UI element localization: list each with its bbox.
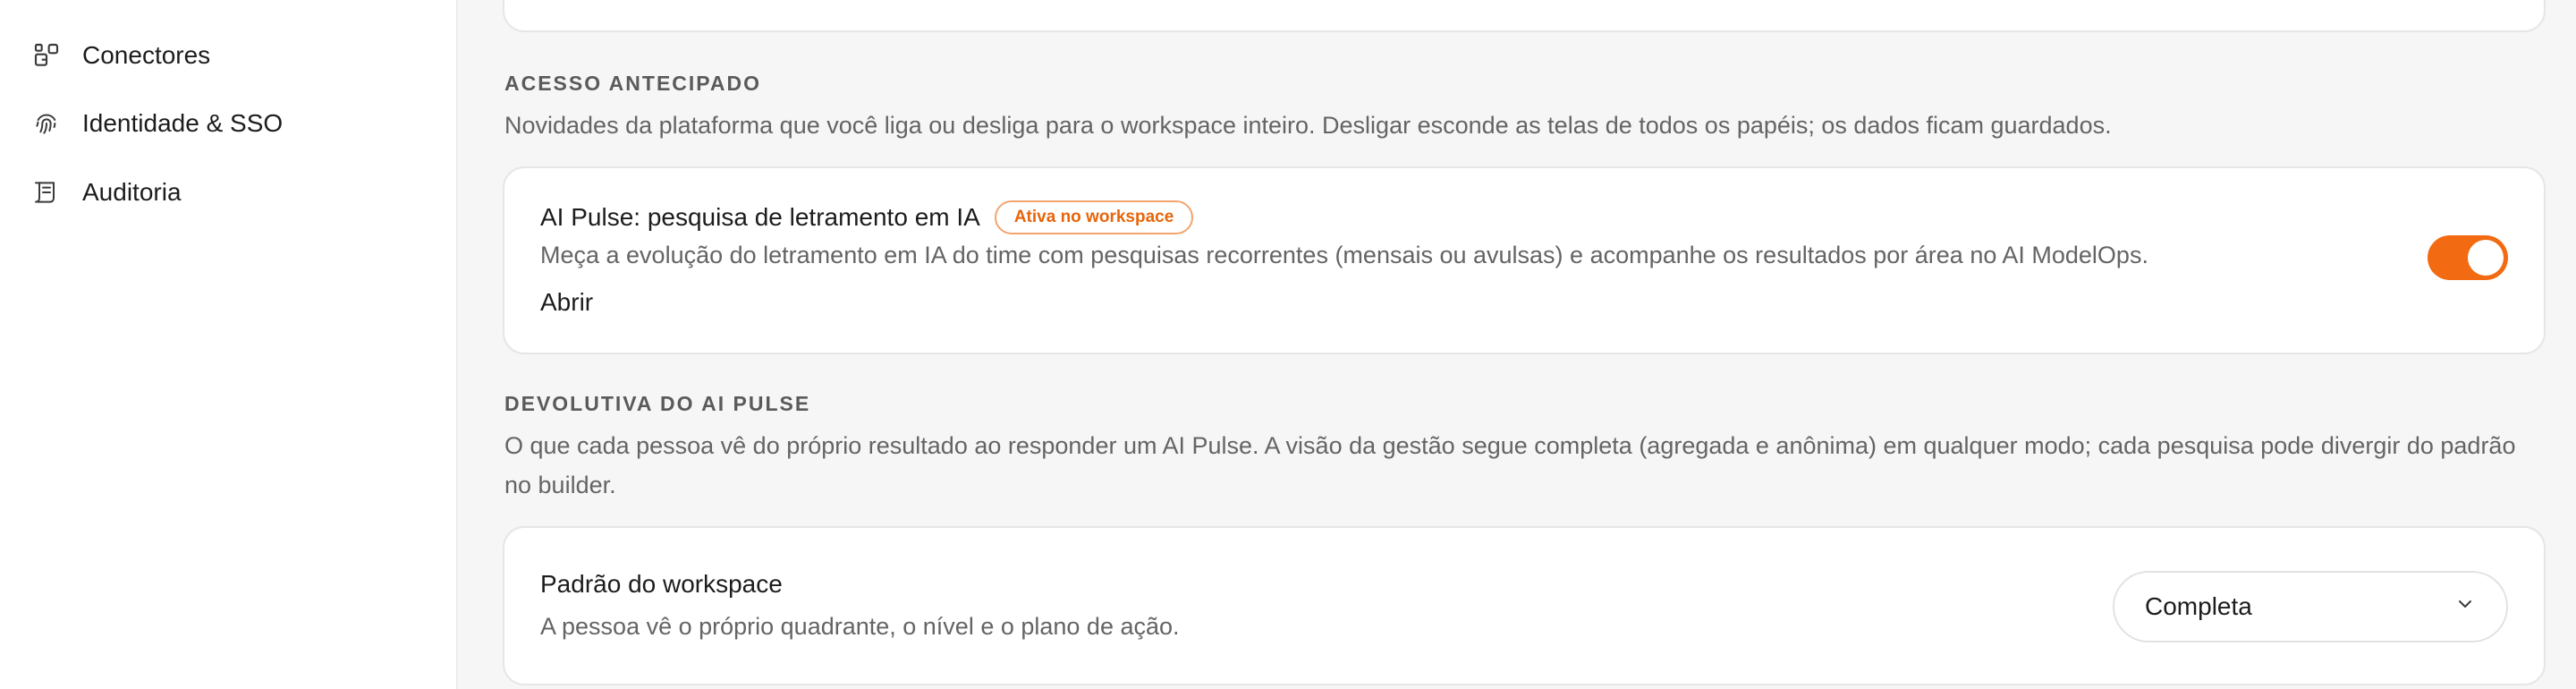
early-access-title: ACESSO ANTECIPADO xyxy=(504,72,762,95)
sidebar-item-identity-sso[interactable]: Identidade & SSO xyxy=(32,97,283,150)
fingerprint-icon xyxy=(32,109,61,138)
chevron-down-icon xyxy=(2454,592,2476,621)
default-mode-description: A pessoa vê o próprio quadrante, o nível… xyxy=(540,613,1180,640)
feature-description: Meça a evolução do letramento em IA do t… xyxy=(540,242,2148,268)
feature-title: AI Pulse: pesquisa de letramento em IA A… xyxy=(540,200,1194,234)
feature-title-text: AI Pulse: pesquisa de letramento em IA xyxy=(540,203,980,231)
toggle-knob xyxy=(2468,240,2504,276)
previous-card xyxy=(503,0,2546,32)
early-access-description: Novidades da plataforma que você liga ou… xyxy=(504,112,2112,139)
audit-log-icon xyxy=(32,178,61,207)
connectors-icon xyxy=(32,41,61,70)
feedback-mode-select[interactable]: Completa xyxy=(2113,571,2508,642)
main-content: ACESSO ANTECIPADO Novidades da plataform… xyxy=(458,0,2576,689)
feedback-description: O que cada pessoa vê do próprio resultad… xyxy=(504,432,2516,498)
feedback-title: DEVOLUTIVA DO AI PULSE xyxy=(504,392,811,415)
sidebar-item-label: Identidade & SSO xyxy=(82,109,284,137)
status-badge: Ativa no workspace xyxy=(994,200,1194,234)
sidebar-item-audit[interactable]: Auditoria xyxy=(32,166,182,219)
sidebar-item-label: Auditoria xyxy=(82,178,182,206)
default-mode-title: Padrão do workspace xyxy=(540,570,783,598)
open-link[interactable]: Abrir xyxy=(540,288,593,317)
feature-toggle[interactable] xyxy=(2428,235,2508,280)
select-value: Completa xyxy=(2145,592,2252,620)
sidebar-item-label: Conectores xyxy=(82,41,211,69)
sidebar-item-connectors[interactable]: Conectores xyxy=(32,29,210,82)
sidebar: Conectores Identidade & SSO Auditoria xyxy=(0,0,458,689)
